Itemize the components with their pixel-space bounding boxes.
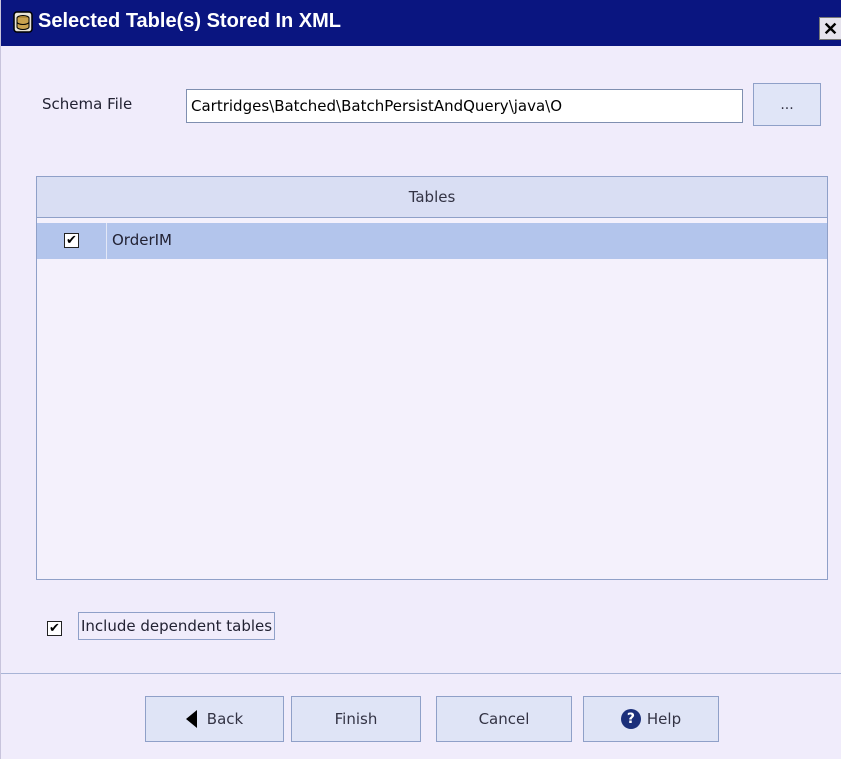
schema-file-label: Schema File	[42, 95, 133, 113]
database-icon	[13, 11, 33, 33]
table-row[interactable]: ✔ OrderIM	[37, 223, 827, 259]
back-arrow-icon	[185, 710, 197, 728]
tables-panel: Tables ✔ OrderIM	[36, 176, 828, 580]
back-button[interactable]: Back	[145, 696, 284, 742]
window-title: Selected Table(s) Stored In XML	[38, 10, 342, 32]
finish-button[interactable]: Finish	[291, 696, 421, 742]
include-dependent-checkbox[interactable]: ✔	[47, 621, 62, 636]
browse-button[interactable]: ...	[753, 83, 821, 126]
finish-button-label: Finish	[334, 710, 378, 728]
include-dependent-label[interactable]: Include dependent tables	[78, 612, 276, 640]
close-button[interactable]: ✕	[819, 17, 841, 40]
divider	[1, 673, 841, 674]
help-button-label: Help	[646, 710, 682, 728]
tables-list[interactable]: ✔ OrderIM	[37, 223, 827, 579]
table-row-checkbox[interactable]: ✔	[64, 233, 79, 248]
help-icon: ?	[620, 709, 641, 729]
title-bar[interactable]: Selected Table(s) Stored In XML ✕	[1, 0, 841, 46]
table-name: OrderIM	[112, 231, 172, 249]
cancel-button[interactable]: Cancel	[436, 696, 572, 742]
back-button-label: Back	[206, 710, 244, 728]
dialog-window: Selected Table(s) Stored In XML ✕ Schema…	[0, 0, 841, 759]
schema-file-input[interactable]: Cartridges\Batched\BatchPersistAndQuery\…	[186, 89, 743, 123]
row-checkbox-cell: ✔	[37, 223, 107, 259]
close-icon: ✕	[822, 18, 839, 39]
cancel-button-label: Cancel	[478, 710, 530, 728]
tables-column-header[interactable]: Tables	[37, 177, 827, 218]
help-button[interactable]: ? Help	[583, 696, 719, 742]
